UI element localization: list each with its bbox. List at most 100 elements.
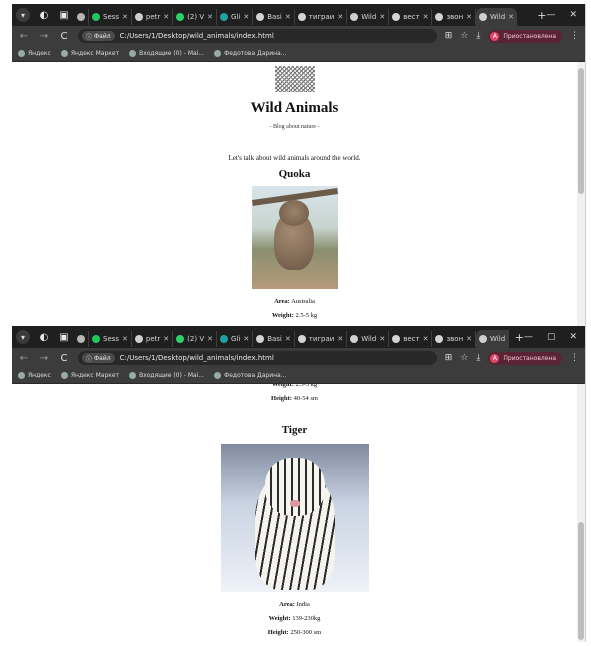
browser-tab[interactable]: Wild✕	[476, 8, 518, 26]
browser-tab[interactable]: вест ✕	[389, 9, 433, 25]
browser-tab[interactable]: Wild✕	[347, 9, 390, 25]
tab-close-icon[interactable]: ✕	[508, 13, 514, 21]
tab-close-icon[interactable]: ✕	[285, 13, 291, 21]
download-icon[interactable]: ⤓	[476, 31, 480, 41]
browser-tab[interactable]: Wild✕	[476, 330, 509, 348]
reload-icon[interactable]: C	[58, 31, 70, 42]
tab-favicon-icon	[350, 335, 359, 343]
minimize-icon[interactable]: —	[546, 10, 555, 20]
tab-close-icon[interactable]: ✕	[207, 335, 213, 343]
profile-button[interactable]: А Приостановлена	[488, 351, 562, 365]
browser-tab[interactable]: Wild✕	[347, 331, 390, 347]
new-tab-button[interactable]: +	[537, 9, 546, 22]
new-tab-button[interactable]: +	[515, 331, 524, 344]
bookmark-item[interactable]: Входящие (0) - Mai...	[129, 50, 204, 57]
tab-search-icon[interactable]: ▾	[16, 330, 30, 344]
browser-tab[interactable]: звон ✕	[432, 331, 477, 347]
bookmark-star-icon[interactable]: ☆	[460, 353, 468, 363]
reload-icon[interactable]: C	[58, 353, 70, 364]
menu-icon[interactable]: ⋮	[570, 353, 579, 363]
browser-tab[interactable]: Basi ✕	[253, 9, 295, 25]
maximize-icon[interactable]: ▢	[547, 332, 556, 342]
site-info-chip[interactable]: ⓘ Файл	[82, 353, 115, 363]
animal-facts-quokka: Area: Australia Weight: 2.5-5 kg	[12, 295, 577, 323]
tab-close-icon[interactable]: ✕	[466, 335, 472, 343]
back-icon[interactable]: ←	[18, 353, 30, 364]
browser-tab[interactable]: Basi ✕	[253, 331, 295, 347]
tab-close-icon[interactable]: ✕	[379, 13, 385, 21]
browser-tab[interactable]: (2) V ✕	[173, 9, 217, 25]
tab-close-icon[interactable]: ✕	[285, 335, 291, 343]
browser-tab[interactable]	[74, 9, 89, 25]
scrollbar[interactable]	[577, 62, 585, 326]
translate-icon[interactable]: ⊞	[445, 31, 453, 41]
tab-close-icon[interactable]: ✕	[243, 13, 249, 21]
tab-close-icon[interactable]: ✕	[337, 13, 343, 21]
site-info-chip[interactable]: ⓘ Файл	[82, 31, 115, 41]
tab-close-icon[interactable]: ✕	[207, 13, 213, 21]
browser-tab[interactable]: (2) V ✕	[173, 331, 217, 347]
browser-tab[interactable]: тиграи ✕	[295, 331, 348, 347]
tab-close-icon[interactable]: ✕	[122, 13, 128, 21]
tab-close-icon[interactable]: ✕	[163, 13, 169, 21]
github-icon[interactable]: ◐	[38, 331, 50, 343]
forward-icon[interactable]: →	[38, 353, 50, 364]
address-bar[interactable]: ⓘ Файл C:/Users/1/Desktop/wild_animals/in…	[78, 351, 437, 365]
address-bar[interactable]: ⓘ Файл C:/Users/1/Desktop/wild_animals/in…	[78, 29, 437, 43]
tab-label: petr	[145, 13, 161, 21]
tab-close-icon[interactable]: ✕	[379, 335, 385, 343]
bookmark-item[interactable]: Федотова Дарина...	[214, 50, 286, 57]
tab-close-icon[interactable]: ✕	[243, 335, 249, 343]
page-viewport[interactable]: Wild Animals - Blog about nature - Let's…	[12, 62, 585, 326]
minimize-icon[interactable]: —	[524, 332, 533, 342]
page-viewport[interactable]: Weight: 2.5-5 kg Height: 40-54 sm Tiger …	[12, 384, 585, 642]
bookmark-item[interactable]: Яндекс	[18, 372, 51, 379]
tab-label: Basi	[267, 335, 282, 343]
browser-tab[interactable]: Gli ✕	[217, 9, 254, 25]
tab-favicon-icon	[256, 335, 265, 343]
animal-heading-tiger: Tiger	[281, 424, 308, 436]
browser-tab[interactable]: Sess ✕	[89, 9, 132, 25]
tab-group-icon[interactable]: ▣	[58, 331, 70, 343]
profile-button[interactable]: А Приостановлена	[488, 29, 562, 43]
translate-icon[interactable]: ⊞	[445, 353, 453, 363]
scroll-thumb[interactable]	[578, 522, 584, 640]
bookmarks-bar: Яндекс Яндекс Маркет Входящие (0) - Mai.…	[12, 368, 585, 384]
bookmark-item[interactable]: Входящие (0) - Mai...	[129, 372, 204, 379]
scrollbar[interactable]	[577, 384, 585, 642]
browser-tab[interactable]: petr ✕	[132, 9, 174, 25]
forward-icon[interactable]: →	[38, 31, 50, 42]
browser-tab[interactable]: тиграи ✕	[295, 9, 348, 25]
bookmark-star-icon[interactable]: ☆	[460, 31, 468, 41]
tab-close-icon[interactable]: ✕	[423, 335, 429, 343]
tab-close-icon[interactable]: ✕	[423, 13, 429, 21]
menu-icon[interactable]: ⋮	[570, 31, 579, 41]
browser-tab[interactable]: звон ✕	[432, 9, 477, 25]
browser-tab[interactable]: вест ✕	[389, 331, 433, 347]
tab-group-icon[interactable]: ▣	[58, 9, 70, 21]
tab-close-icon[interactable]: ✕	[508, 335, 509, 343]
close-window-icon[interactable]: ✕	[569, 332, 577, 342]
tab-close-icon[interactable]: ✕	[337, 335, 343, 343]
bookmark-item[interactable]: Федотова Дарина...	[214, 372, 286, 379]
tab-search-icon[interactable]: ▾	[16, 8, 30, 22]
browser-tab[interactable]: petr ✕	[132, 331, 174, 347]
browser-tab[interactable]	[74, 331, 89, 347]
tab-close-icon[interactable]: ✕	[466, 13, 472, 21]
download-icon[interactable]: ⤓	[476, 353, 480, 363]
back-icon[interactable]: ←	[18, 31, 30, 42]
browser-tab[interactable]: Gli ✕	[217, 331, 254, 347]
tab-favicon-icon	[392, 13, 401, 21]
tab-close-icon[interactable]: ✕	[122, 335, 128, 343]
tab-close-icon[interactable]: ✕	[163, 335, 169, 343]
close-window-icon[interactable]: ✕	[569, 10, 577, 20]
scroll-thumb[interactable]	[578, 68, 584, 194]
fact-height: Height: 40-54 sm	[271, 395, 318, 402]
browser-tab[interactable]: Sess ✕	[89, 331, 132, 347]
bookmark-item[interactable]: Яндекс Маркет	[60, 50, 119, 57]
github-icon[interactable]: ◐	[38, 9, 50, 21]
bookmark-item[interactable]: Яндекс	[18, 50, 51, 57]
tab-label: (2) V	[187, 335, 205, 343]
url-text: C:/Users/1/Desktop/wild_animals/index.ht…	[119, 354, 274, 362]
bookmark-item[interactable]: Яндекс Маркет	[60, 372, 119, 379]
